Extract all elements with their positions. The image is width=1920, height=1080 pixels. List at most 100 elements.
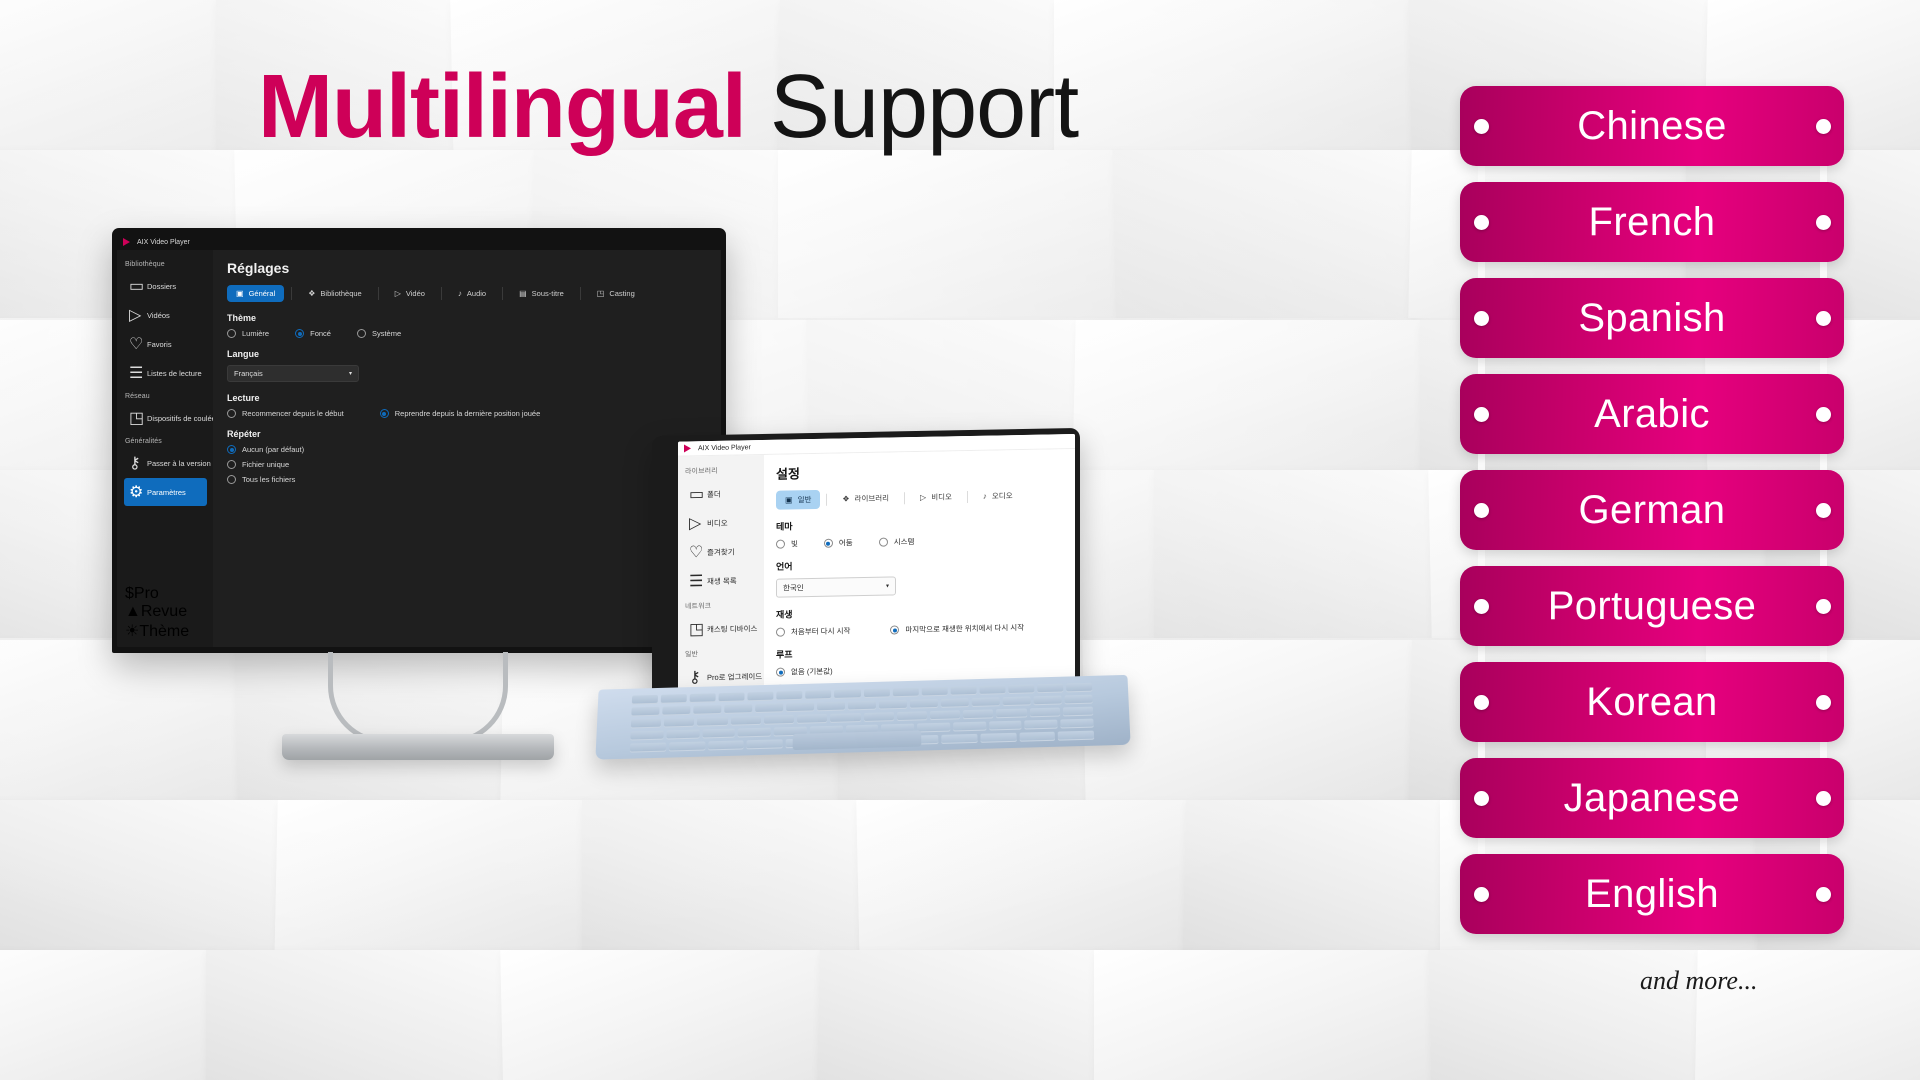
korean-language-heading: 언어: [776, 554, 1065, 573]
french-tab[interactable]: ▣ Général: [227, 285, 284, 302]
french-playback-options[interactable]: Recommencer depuis le début Reprendre dep…: [227, 409, 709, 418]
radio-selected-icon[interactable]: [227, 445, 236, 454]
french-footer-button[interactable]: $Pro: [125, 585, 189, 603]
language-pill[interactable]: English: [1460, 854, 1844, 934]
language-pill[interactable]: Portuguese: [1460, 566, 1844, 646]
korean-theme-radio-option[interactable]: 시스템: [879, 536, 915, 548]
french-repeat-radio-option[interactable]: Fichier unique: [227, 460, 709, 469]
language-label: German: [1579, 490, 1726, 530]
french-tab[interactable]: ◳ Casting: [588, 285, 644, 302]
keyboard-key: [910, 699, 938, 709]
french-sidebar-item[interactable]: ⚷ Passer à la version Pro: [124, 449, 207, 477]
french-sidebar-item[interactable]: ▷ Vidéos: [124, 301, 207, 329]
layers-icon: ❖: [842, 494, 849, 503]
french-playback-radio-option[interactable]: Recommencer depuis le début: [227, 409, 344, 418]
korean-page-heading: 설정: [776, 458, 1065, 483]
french-tab[interactable]: ❖ Bibliothèque: [299, 285, 370, 302]
language-pill[interactable]: Japanese: [1460, 758, 1844, 838]
french-tab[interactable]: ▷ Vidéo: [386, 285, 434, 302]
keyboard-key: [702, 729, 735, 739]
korean-theme-radio-option[interactable]: 어둠: [824, 537, 853, 549]
radio-unselected-icon[interactable]: [776, 628, 785, 637]
language-pill[interactable]: Chinese: [1460, 86, 1844, 166]
language-pill[interactable]: French: [1460, 182, 1844, 262]
korean-theme-options[interactable]: 빛 어둠 시스템: [776, 533, 1065, 550]
korean-sidebar-item[interactable]: ♡ 즐겨찾기: [684, 537, 759, 566]
language-pill[interactable]: German: [1460, 470, 1844, 550]
korean-playback-options[interactable]: 처음부터 다시 시작 마지막으로 재생한 위치에서 다시 시작: [776, 621, 1065, 638]
french-sidebar-item[interactable]: ◳ Dispositifs de coulée: [124, 404, 207, 432]
french-tab[interactable]: ▤ Sous-titre: [510, 285, 573, 302]
french-theme-options[interactable]: Lumière Foncé Système: [227, 329, 709, 338]
radio-selected-icon[interactable]: [776, 668, 785, 677]
radio-selected-icon[interactable]: [380, 409, 389, 418]
radio-unselected-icon[interactable]: [227, 329, 236, 338]
korean-repeat-radio-option[interactable]: 없음 (기본값): [776, 661, 1065, 678]
french-sidebar-item[interactable]: ♡ Favoris: [124, 330, 207, 358]
sun-icon: ☀: [125, 623, 139, 640]
korean-sidebar-item[interactable]: ☰ 재생 목록: [684, 566, 759, 595]
radio-unselected-icon[interactable]: [227, 460, 236, 469]
french-sidebar-item[interactable]: ▭ Dossiers: [124, 272, 207, 300]
radio-unselected-icon[interactable]: [357, 329, 366, 338]
french-theme-radio-option[interactable]: Foncé: [295, 329, 331, 338]
radio-unselected-icon[interactable]: [776, 540, 785, 549]
radio-label: Aucun (par défaut): [242, 445, 304, 454]
korean-playback-radio-option[interactable]: 처음부터 다시 시작: [776, 625, 850, 637]
french-repeat-radio-option[interactable]: Aucun (par défaut): [227, 445, 709, 454]
french-theme-radio-option[interactable]: Système: [357, 329, 401, 338]
french-tab-strip[interactable]: ▣ Général ❖ Bibliothèque ▷ Vidéo ♪ Audio ▤ Sous-t…: [227, 285, 709, 302]
french-sidebar-item[interactable]: ⚙ Paramètres: [124, 478, 207, 506]
korean-theme-radio-option[interactable]: 빛: [776, 538, 798, 549]
tab-label: Audio: [467, 289, 486, 298]
french-repeat-heading: Répéter: [227, 429, 709, 439]
french-language-heading: Langue: [227, 349, 709, 359]
radio-unselected-icon[interactable]: [227, 475, 236, 484]
korean-tab[interactable]: ♪ 오디오: [974, 486, 1022, 506]
french-playback-radio-option[interactable]: Reprendre depuis la dernière position jo…: [380, 409, 541, 418]
korean-playback-radio-option[interactable]: 마지막으로 재생한 위치에서 다시 시작: [890, 622, 1024, 636]
language-pill[interactable]: Spanish: [1460, 278, 1844, 358]
radio-unselected-icon[interactable]: [879, 538, 888, 547]
keyboard-key: [892, 688, 918, 698]
french-content: Réglages ▣ Général ❖ Bibliothèque ▷ Vidéo ♪ Aud…: [213, 250, 721, 647]
korean-tab[interactable]: ❖ 라이브러리: [833, 488, 898, 508]
cast-icon: ◳: [597, 289, 605, 298]
language-pill[interactable]: Arabic: [1460, 374, 1844, 454]
french-sidebar-item[interactable]: ☰ Listes de lecture: [124, 359, 207, 387]
language-pill-knob-left: [1474, 695, 1489, 710]
radio-selected-icon[interactable]: [890, 625, 899, 634]
radio-label: Reprendre depuis la dernière position jo…: [395, 409, 541, 418]
keyboard-key: [963, 709, 993, 719]
heart-icon: ♡: [689, 542, 700, 562]
french-repeat-radio-option[interactable]: Tous les fichiers: [227, 475, 709, 484]
french-repeat-options[interactable]: Aucun (par défaut) Fichier unique Tous les…: [227, 445, 709, 484]
tab-separator: [502, 287, 503, 300]
sidebar-item-label: Paramètres: [147, 488, 186, 497]
radio-selected-icon[interactable]: [295, 329, 304, 338]
radio-unselected-icon[interactable]: [227, 409, 236, 418]
french-theme-radio-option[interactable]: Lumière: [227, 329, 269, 338]
french-sidebar-group-title: Généralités: [125, 438, 207, 445]
french-footer-button[interactable]: ▲Revue: [125, 603, 189, 621]
language-pill-knob-left: [1474, 407, 1489, 422]
language-pill[interactable]: Korean: [1460, 662, 1844, 742]
french-sidebar-footer[interactable]: $Pro ▲Revue ☀Thème: [125, 585, 189, 641]
korean-sidebar-item[interactable]: ◳ 캐스팅 디바이스: [684, 614, 759, 643]
video-camera-icon: ▷: [395, 289, 401, 298]
korean-sidebar-item[interactable]: ▭ 폴더: [684, 479, 759, 508]
radio-selected-icon[interactable]: [824, 539, 833, 548]
korean-tab[interactable]: ▣ 일반: [776, 490, 820, 510]
french-footer-button[interactable]: ☀Thème: [125, 621, 189, 641]
monitor-stand: [328, 652, 508, 759]
keyboard-key: [693, 705, 721, 715]
and-more-note: and more...: [1640, 966, 1757, 996]
korean-tab[interactable]: ▷ 비디오: [911, 487, 961, 507]
french-tab[interactable]: ♪ Audio: [449, 285, 495, 302]
korean-tab-strip[interactable]: ▣ 일반 ❖ 라이브러리 ▷ 비디오 ♪ 오디오: [776, 485, 1065, 510]
monitor-stand-base: [282, 734, 554, 760]
korean-sidebar-item[interactable]: ▷ 비디오: [684, 508, 759, 537]
language-label: Portuguese: [1548, 586, 1757, 626]
korean-language-select[interactable]: 한국인 ▾: [776, 576, 896, 597]
french-language-select[interactable]: Français ▾: [227, 365, 359, 382]
